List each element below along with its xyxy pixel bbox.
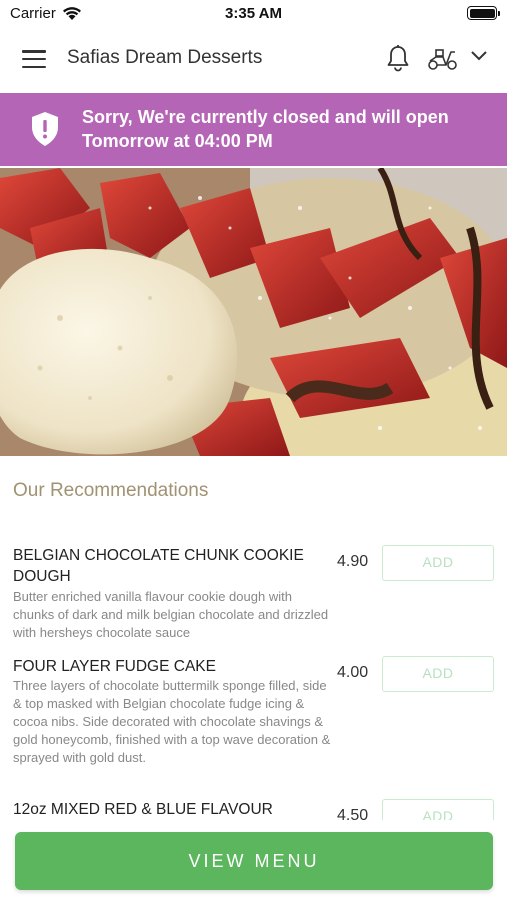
view-menu-button[interactable]: VIEW MENU [15,832,493,890]
add-button[interactable]: ADD [382,656,494,692]
item-description: Butter enriched vanilla flavour cookie d… [13,589,329,640]
item-price: 4.90 [337,553,369,570]
item-price: 4.00 [337,664,369,681]
menu-icon[interactable] [22,50,46,68]
item-name: FOUR LAYER FUDGE CAKE [13,658,216,675]
bell-icon[interactable] [385,44,411,72]
shield-icon [32,112,58,146]
add-button[interactable]: ADD [382,545,494,581]
item-description: Three layers of chocolate buttermilk spo… [13,678,331,765]
store-title: Safias Dream Desserts [67,47,263,68]
hero-dessert-image [0,168,507,456]
closed-message: Sorry, We're currently closed and will o… [82,107,449,151]
status-bar: Carrier 3:35 AM [0,0,507,28]
clock: 3:35 AM [225,5,282,22]
battery-icon [467,6,500,20]
scooter-icon[interactable] [427,46,459,72]
item-name: BELGIAN CHOCOLATE CHUNK COOKIE DOUGH [13,547,304,585]
store-closed-banner: Sorry, We're currently closed and will o… [0,93,507,166]
chevron-down-icon[interactable] [470,50,488,62]
recommendations-title: Our Recommendations [13,480,209,501]
item-name: 12oz MIXED RED & BLUE FLAVOUR [13,801,273,818]
app-header: Safias Dream Desserts [0,28,507,92]
